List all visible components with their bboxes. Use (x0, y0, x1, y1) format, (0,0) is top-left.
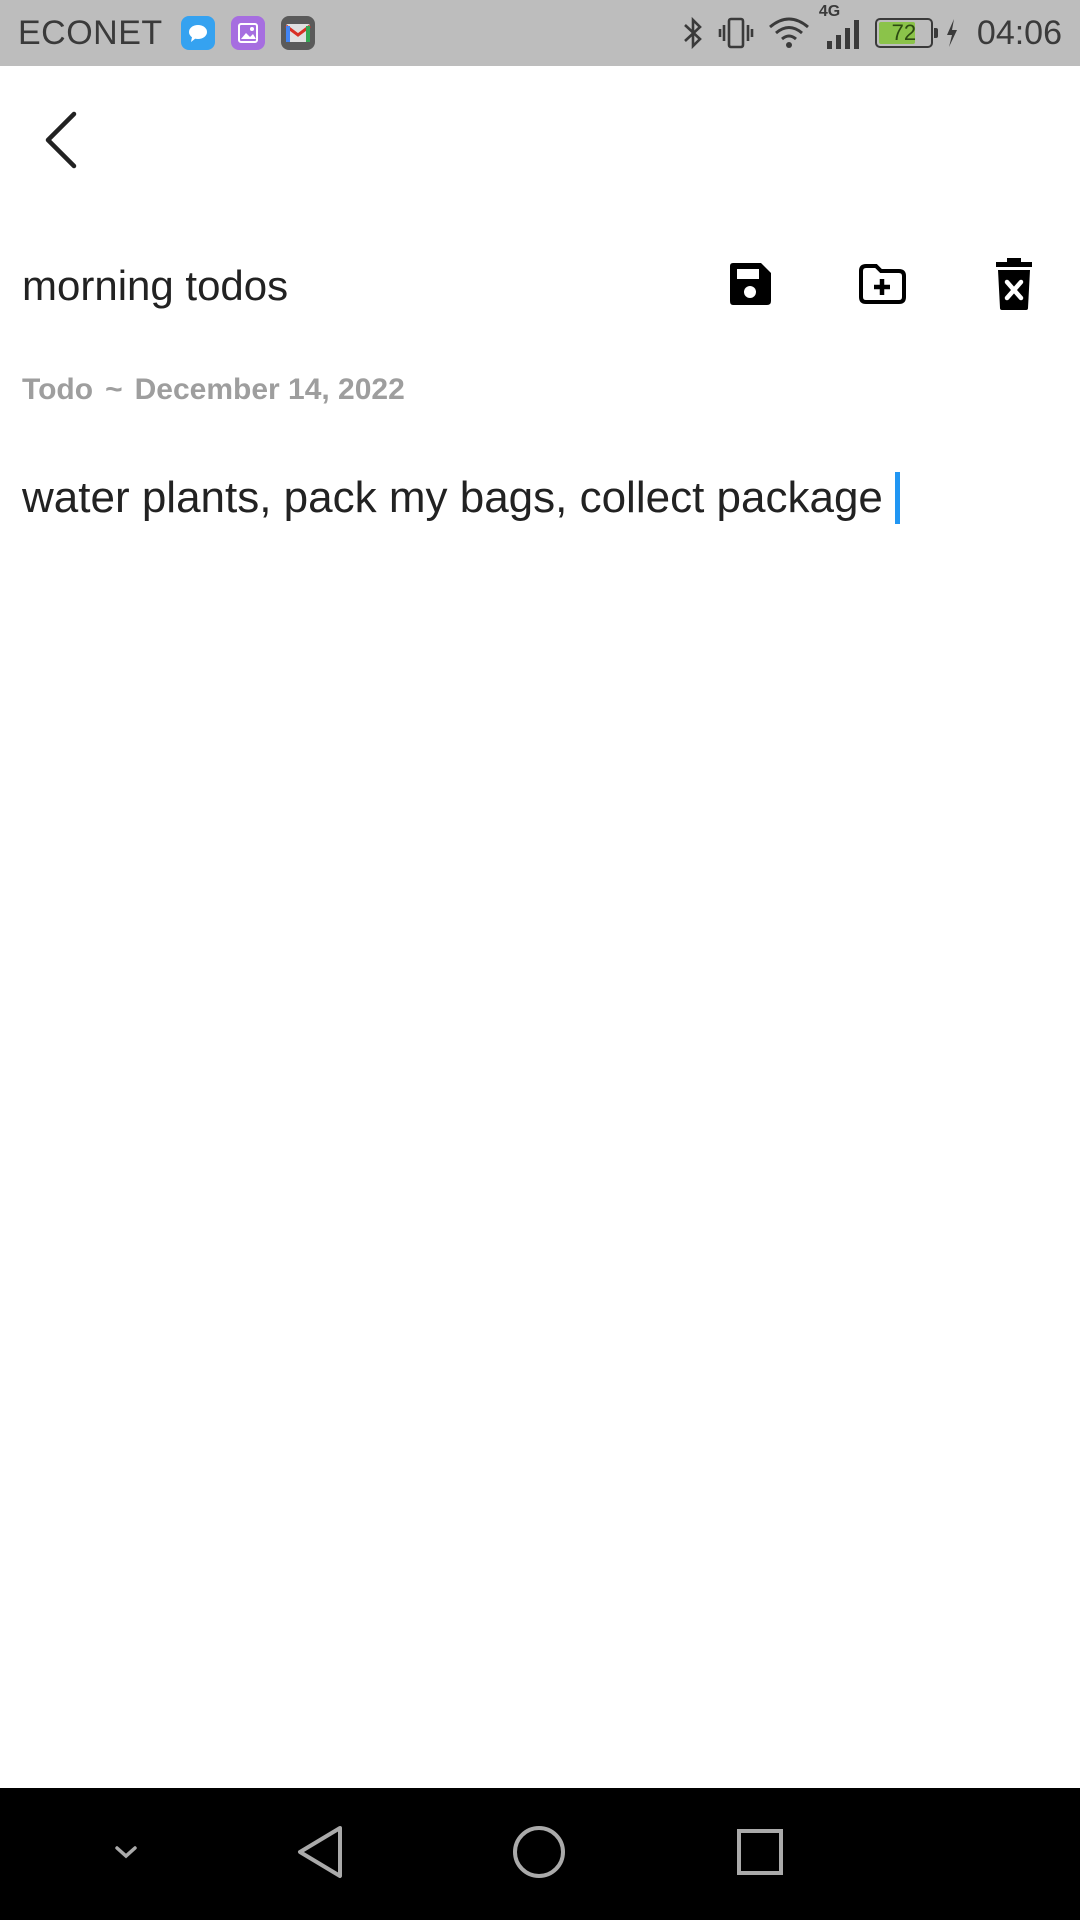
back-button[interactable] (28, 100, 92, 184)
nav-home-button[interactable] (508, 1788, 570, 1920)
signal-icon: 4G (819, 3, 863, 51)
home-circle-icon (511, 1824, 567, 1885)
gallery-icon (230, 16, 265, 50)
wifi-icon (767, 15, 811, 51)
note-editor-screen: ECONET 4G 72 04:06 morning todos Todo ~ … (0, 0, 1080, 1920)
back-arrow-icon (40, 110, 80, 175)
status-icons: 4G 72 04:06 (681, 3, 1062, 53)
navigation-bar (0, 1788, 1080, 1920)
text-cursor (894, 472, 900, 524)
charging-icon (945, 18, 959, 48)
note-title[interactable]: morning todos (22, 262, 288, 310)
note-category[interactable]: Todo (22, 373, 93, 406)
network-type: 4G (818, 3, 841, 20)
collapse-button[interactable] (106, 1788, 146, 1920)
messages-icon (180, 16, 215, 50)
save-button[interactable] (718, 254, 782, 318)
meta-separator: ~ (105, 373, 123, 406)
carrier-name: ECONET (18, 13, 163, 52)
trash-icon (994, 257, 1034, 315)
bluetooth-icon (681, 15, 705, 51)
nav-recents-button[interactable] (730, 1788, 790, 1920)
nav-back-button[interactable] (290, 1788, 350, 1920)
note-date: December 14, 2022 (134, 373, 405, 406)
note-meta: Todo ~ December 14, 2022 (22, 373, 405, 407)
status-bar: ECONET 4G 72 04:06 (0, 0, 1080, 66)
back-triangle-icon (294, 1824, 346, 1885)
note-content-field[interactable]: water plants, pack my bags, collect pack… (22, 472, 900, 524)
note-content: water plants, pack my bags, collect pack… (22, 473, 883, 522)
battery-icon: 72 (874, 18, 938, 48)
battery-level: 72 (891, 20, 917, 45)
delete-button[interactable] (982, 254, 1046, 318)
add-folder-button[interactable] (850, 254, 914, 318)
gmail-icon (280, 16, 315, 50)
clock: 04:06 (976, 13, 1062, 52)
folder-plus-icon (857, 263, 907, 310)
save-icon (727, 261, 773, 312)
recents-square-icon (735, 1827, 785, 1882)
vibrate-icon (717, 15, 755, 51)
chevron-down-icon (111, 1842, 141, 1867)
